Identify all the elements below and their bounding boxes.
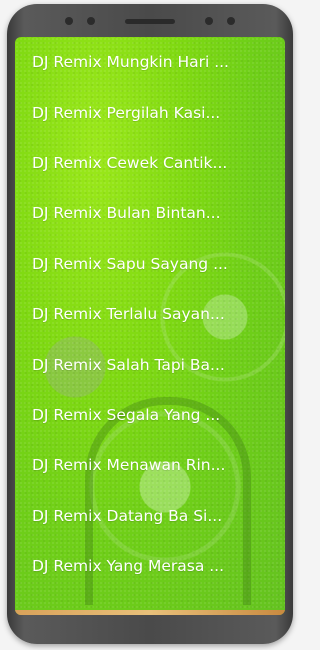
song-title: DJ Remix Salah Tapi Ba...: [32, 355, 225, 374]
song-list-item[interactable]: DJ Remix Salah Tapi Ba...: [15, 339, 285, 389]
song-list-item[interactable]: DJ Remix Terlalu Sayan...: [15, 289, 285, 339]
song-list-item[interactable]: DJ Remix Yang Merasa ...: [15, 541, 285, 591]
sensor-dot: [87, 17, 95, 25]
bottom-ad-strip: [15, 610, 285, 615]
app-screen: DJ Remix Mungkin Hari ... DJ Remix Pergi…: [15, 37, 285, 615]
song-title: DJ Remix Yang Merasa ...: [32, 557, 225, 576]
song-list-item[interactable]: DJ Remix Sapu Sayang ...: [15, 239, 285, 289]
song-title: DJ Remix Datang Ba Si...: [32, 506, 223, 525]
song-title: DJ Remix Pergilah Kasi...: [32, 103, 221, 122]
song-title: DJ Remix Terlalu Sayan...: [32, 305, 225, 324]
song-list-item[interactable]: DJ Remix Segala Yang ...: [15, 390, 285, 440]
sensor-dot: [65, 17, 73, 25]
song-title: DJ Remix Menawan Rin...: [32, 456, 226, 475]
song-list: DJ Remix Mungkin Hari ... DJ Remix Pergi…: [15, 37, 285, 591]
song-list-item[interactable]: DJ Remix Mungkin Hari ...: [15, 37, 285, 87]
front-camera-icon: [205, 17, 213, 25]
song-list-item[interactable]: DJ Remix Pergilah Kasi...: [15, 87, 285, 137]
song-title: DJ Remix Sapu Sayang ...: [32, 254, 228, 273]
song-title: DJ Remix Mungkin Hari ...: [32, 53, 229, 72]
earpiece-speaker: [125, 19, 175, 24]
song-list-item[interactable]: DJ Remix Datang Ba Si...: [15, 491, 285, 541]
song-title: DJ Remix Segala Yang ...: [32, 405, 221, 424]
song-title: DJ Remix Bulan Bintan...: [32, 204, 221, 223]
song-list-item[interactable]: DJ Remix Cewek Cantik...: [15, 138, 285, 188]
phone-frame: DJ Remix Mungkin Hari ... DJ Remix Pergi…: [7, 4, 293, 644]
song-title: DJ Remix Cewek Cantik...: [32, 153, 228, 172]
sensor-dot: [227, 17, 235, 25]
song-list-item[interactable]: DJ Remix Menawan Rin...: [15, 440, 285, 490]
song-list-item[interactable]: DJ Remix Bulan Bintan...: [15, 188, 285, 238]
